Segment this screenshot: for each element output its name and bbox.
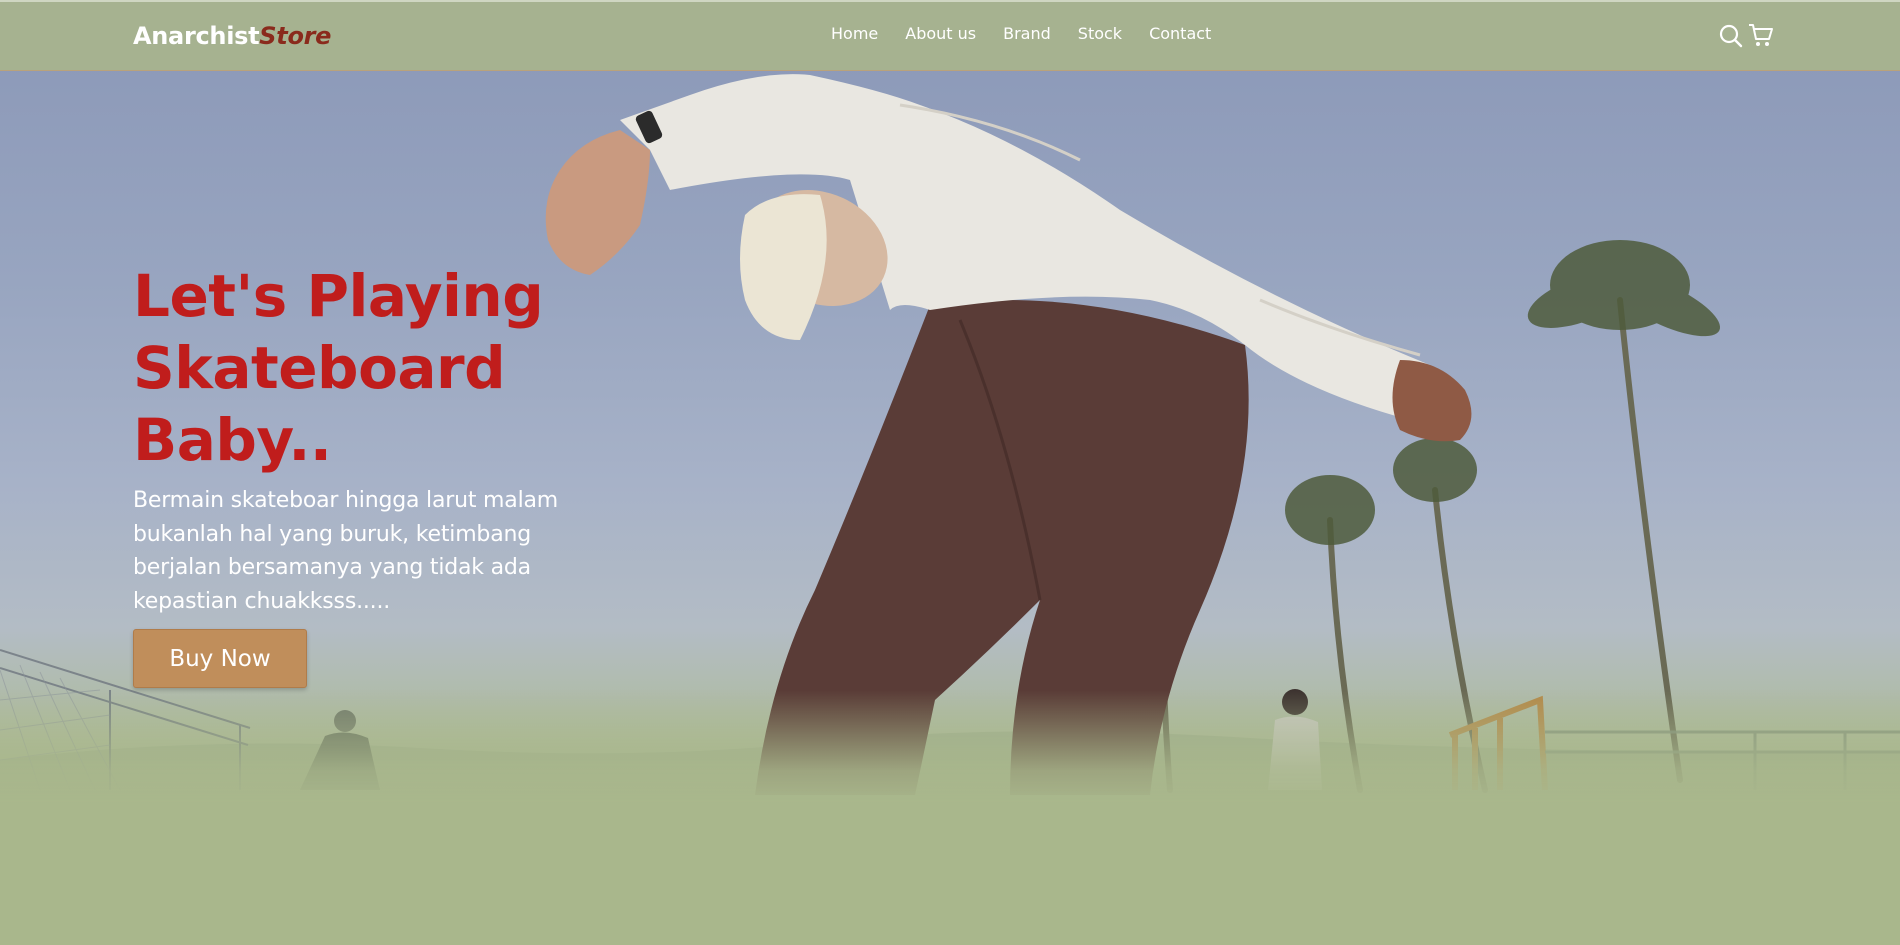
- page-bottom-band: [0, 805, 1900, 945]
- main-nav: Home About us Brand Stock Contact: [831, 24, 1211, 43]
- hero-headline-line-1: Let's Playing: [133, 262, 544, 330]
- nav-icon-group: [1718, 22, 1774, 48]
- hero-headline-line-3: Baby..: [133, 406, 332, 474]
- top-navbar: AnarchistStore Home About us Brand Stock…: [0, 0, 1900, 71]
- hero-headline: Let's Playing Skateboard Baby..: [133, 260, 573, 476]
- nav-link-brand[interactable]: Brand: [1003, 24, 1051, 43]
- cart-icon[interactable]: [1748, 22, 1774, 48]
- brand-name-accent: Store: [259, 22, 332, 50]
- nav-link-about-us[interactable]: About us: [905, 24, 976, 43]
- nav-link-stock[interactable]: Stock: [1078, 24, 1122, 43]
- brand-logo[interactable]: AnarchistStore: [133, 22, 331, 50]
- search-icon[interactable]: [1718, 22, 1744, 48]
- hero-headline-line-2: Skateboard: [133, 334, 506, 402]
- nav-link-contact[interactable]: Contact: [1149, 24, 1211, 43]
- hero-fade-overlay: [0, 690, 1900, 805]
- landing-page: AnarchistStore Home About us Brand Stock…: [0, 0, 1900, 945]
- buy-now-button[interactable]: Buy Now: [133, 629, 307, 688]
- brand-name-main: Anarchist: [133, 22, 260, 50]
- nav-link-home[interactable]: Home: [831, 24, 878, 43]
- hero-description: Bermain skateboar hingga larut malam buk…: [133, 488, 558, 614]
